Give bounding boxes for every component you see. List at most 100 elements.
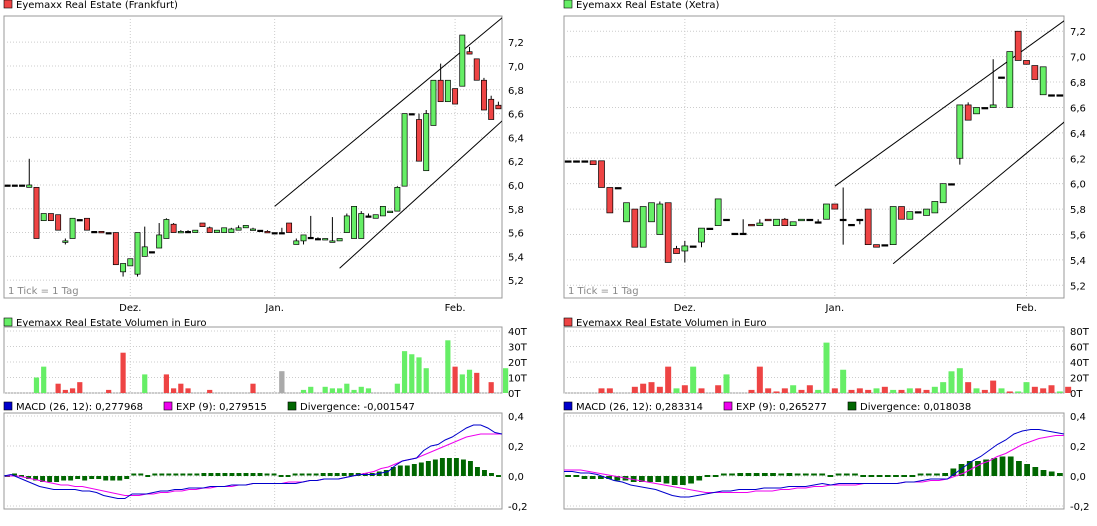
volume-bar	[207, 389, 213, 393]
divergence-bar	[341, 473, 347, 476]
volume-bar	[1006, 391, 1013, 393]
divergence-bar	[145, 475, 151, 477]
macd-tick-label: 0,2	[1070, 442, 1086, 453]
panel-xetra: Eyemaxx Real Estate (Xetra) 5,2 5,4 5,6 5,8 6…	[563, 0, 1090, 513]
divergence-bar	[884, 475, 891, 477]
divergence-bar	[843, 473, 850, 476]
volume-bar	[640, 383, 647, 393]
candle-body	[656, 203, 664, 235]
divergence-bar	[68, 476, 74, 481]
divergence-bar	[474, 467, 480, 476]
divergence-bar	[975, 461, 981, 476]
price-legend: Eyemaxx Real Estate (Xetra)	[563, 0, 719, 11]
candle-body	[1006, 51, 1014, 108]
divergence-legend-swatch	[287, 401, 297, 411]
candle-body	[430, 79, 437, 126]
candle-body	[931, 201, 939, 214]
candle-body	[423, 113, 430, 172]
divergence-bar	[712, 475, 719, 477]
divergence-bar	[313, 473, 319, 476]
candle-body	[781, 218, 789, 226]
candle-body	[981, 107, 989, 110]
divergence-bar	[647, 476, 653, 482]
divergence-bar	[152, 473, 158, 476]
volume-bar	[1048, 385, 1055, 393]
candle-body	[856, 218, 864, 222]
volume-bar	[337, 388, 343, 393]
volume-bar	[55, 383, 61, 393]
divergence-bar	[404, 465, 410, 476]
divergence-bar	[446, 458, 452, 476]
volume-bar	[445, 340, 451, 393]
candle-body	[401, 113, 408, 187]
divergence-bar	[786, 473, 793, 476]
divergence-bar	[696, 476, 703, 481]
divergence-bar	[573, 475, 580, 477]
divergence-bar	[327, 473, 333, 476]
candle-body	[581, 160, 589, 163]
volume-bar	[756, 366, 763, 393]
candle-body	[864, 208, 872, 245]
volume-bar	[474, 372, 480, 393]
divergence-bar	[397, 465, 403, 476]
volume-bar	[940, 382, 947, 393]
divergence-bar	[589, 476, 596, 479]
candle-body	[906, 211, 914, 220]
candle-body	[714, 198, 722, 226]
volume-tick-label: 40T	[508, 327, 528, 338]
candle-body	[573, 160, 580, 163]
divergence-bar	[1024, 464, 1030, 476]
candle-body	[631, 208, 639, 248]
price-tick-label: 6,4	[1070, 129, 1086, 140]
chart-canvas: Eyemaxx Real Estate (Frankfurt) 5,2 5,4 5,6…	[3, 0, 1090, 513]
divergence-bar	[679, 476, 686, 485]
divergence-bar	[671, 476, 678, 485]
candle-body	[623, 202, 630, 223]
divergence-bar	[264, 473, 270, 476]
volume-legend-swatch	[563, 317, 573, 327]
candle-body	[831, 203, 839, 210]
macd-tick-label: 0,2	[508, 442, 524, 453]
candle-body	[839, 218, 847, 222]
divergence-bar	[229, 473, 235, 476]
candle-body	[948, 183, 955, 186]
macd-legend-swatch	[3, 401, 13, 411]
volume-bar	[401, 351, 408, 393]
candle-body	[120, 263, 127, 273]
divergence-bar	[489, 473, 494, 476]
divergence-bar	[383, 470, 389, 476]
candle-body	[127, 258, 134, 267]
divergence-bar	[418, 462, 424, 476]
candle-body	[923, 208, 930, 216]
divergence-bar	[117, 476, 123, 481]
price-tick-label: 5,6	[508, 229, 524, 240]
volume-bar	[351, 389, 357, 393]
candle-body	[889, 206, 897, 245]
macd-tick-label: 0,4	[1070, 412, 1086, 423]
volume-bar	[503, 368, 509, 393]
divergence-bar	[306, 473, 312, 476]
candle-body	[1023, 60, 1030, 65]
candle-body	[452, 88, 459, 105]
candle-body	[55, 214, 62, 231]
volume-bar	[279, 371, 285, 393]
divergence-bar	[688, 476, 694, 484]
volume-bar	[990, 380, 997, 393]
panel-frankfurt: Eyemaxx Real Estate (Frankfurt) 5,2 5,4 5,6…	[3, 0, 528, 513]
divergence-bar	[292, 473, 298, 476]
divergence-bar	[194, 473, 200, 476]
candle-body	[387, 210, 394, 213]
volume-bar	[322, 386, 328, 393]
divergence-bar	[460, 459, 466, 476]
candle-body	[773, 218, 780, 226]
volume-bar	[459, 374, 465, 393]
macd-tick-label: -0,2	[508, 502, 528, 513]
divergence-bar	[761, 473, 768, 476]
candle-body	[76, 219, 83, 222]
divergence-bar	[917, 473, 924, 476]
volume-tick-label: 0T	[1070, 389, 1083, 400]
candle-body	[748, 223, 755, 227]
volume-bar	[981, 389, 988, 393]
divergence-bar	[704, 475, 711, 477]
candle-body	[163, 219, 170, 239]
